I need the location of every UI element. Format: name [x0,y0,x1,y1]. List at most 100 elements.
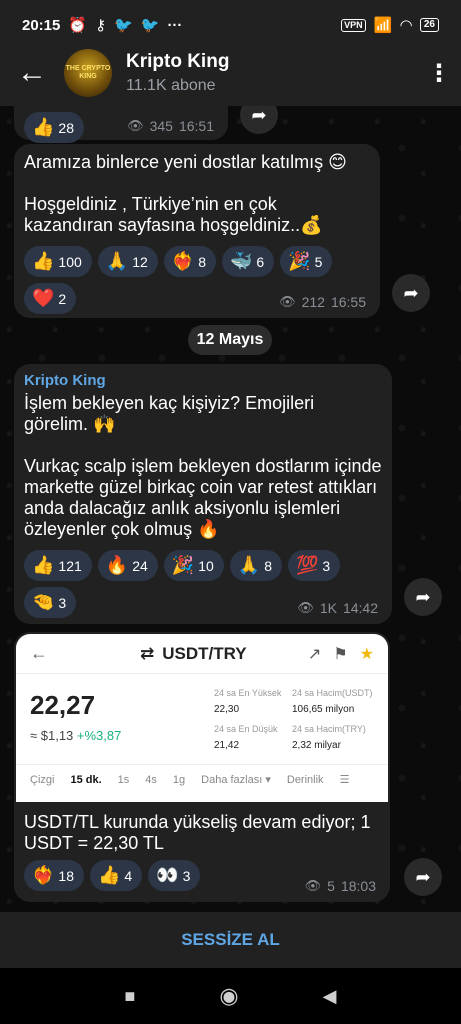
reaction-chip[interactable]: 🙏 12 [97,246,158,277]
tab-15m: 15 dk. [70,773,102,786]
views-count: 1K [319,600,337,616]
views-icon: 👁 [304,878,322,893]
more-vert-icon[interactable]: ⋮ [417,59,461,88]
tab-line: Çizgi [30,773,55,786]
message-text: USDT/TL kurunda yükseliş devam ediyor; 1… [24,812,371,853]
reaction-chip[interactable]: 🔥 24 [97,550,158,581]
tab-1d: 1g [172,773,186,786]
status-time: 20:15 [22,16,61,34]
signal-icon: 📶 [373,17,393,34]
forward-icon[interactable]: ➦ [240,106,278,134]
reaction-count: 3 [322,557,331,574]
reaction-chip[interactable]: 🎉 5 [280,246,333,277]
back-arrow-icon[interactable]: ← [0,40,64,106]
views-icon: 👁 [297,600,314,615]
hundred-points-emoji: 💯 [296,555,319,575]
message-text: İşlem bekleyen kaç kişiyiz? Emojileri gö… [24,393,315,434]
reaction-count: 18 [58,867,74,884]
reaction-count: 121 [58,557,82,574]
reaction-chip[interactable]: 👍 100 [24,246,92,277]
thumbs-up-emoji: 👍 [32,251,55,271]
reaction-chip[interactable]: 🐳 6 [222,246,275,277]
star-icon: ★ [359,645,374,663]
back-triangle-icon[interactable]: ◀ [323,986,337,1007]
reaction-chip[interactable]: ❤️‍🔥 8 [163,246,216,277]
sender-name[interactable]: Kripto King [24,372,382,389]
channel-avatar[interactable]: THE CRYPTO KING [64,49,112,97]
views-icon: 👁 [127,118,144,133]
interval-tabs: Çizgi 15 dk. 1s 4s 1g Daha fazlası ▾ Der… [16,764,388,794]
change-percent: +%3,87 [76,728,122,743]
forward-icon[interactable]: ➦ [392,274,430,312]
back-arrow-icon: ← [30,643,48,663]
more-notifications-icon: ··· [167,16,183,34]
pair-label: USDT/TRY [162,643,247,663]
stat-value: 22,30 [214,704,240,715]
reaction-count: 28 [58,119,74,136]
stat-label: 24 sa En Yüksek [214,688,282,698]
flag-icon: ⚑ [333,645,348,663]
message-time: 18:03 [340,878,376,894]
thumbs-up-emoji: 👍 [32,555,55,575]
tab-more: Daha fazlası ▾ [201,774,271,786]
price-value: 22,27 [30,690,96,720]
reaction-chip[interactable]: 🙏 8 [229,550,282,581]
tab-1h: 1s [117,773,130,786]
stat-label: 24 sa En Düşük [214,724,278,734]
mute-button[interactable]: SESSİZE AL [0,912,461,968]
reaction-chip[interactable]: 👍 28 [24,112,84,143]
reaction-count: 8 [198,253,206,270]
thumbs-up-emoji: 👍 [98,865,121,885]
reaction-chip[interactable]: 🤏 3 [24,587,77,618]
reaction-chip[interactable]: 💯 3 [288,550,341,581]
message-bubble-1[interactable]: Aramıza binlerce yeni dostlar katılmış 😊… [14,144,380,318]
date-chip: 12 Mayıs [188,325,272,355]
recents-icon[interactable]: ■ [125,986,136,1007]
chat-area[interactable]: 👍 28 👁 345 16:51 ➦ Aramıza binlerce yeni … [0,106,461,912]
settings-sliders-icon: ☰ [339,774,350,786]
system-nav-bar: ■ ◉ ◀ [0,968,461,1024]
views-count: 5 [327,878,335,894]
approx-usd: ≈ $1,13 [30,728,74,743]
pray-emoji: 🙏 [105,251,129,271]
attached-image[interactable]: ← ⇄ USDT/TRY ↗ ⚑ ★ 22,27 ≈ $1,13 +%3,87 2… [16,634,388,802]
views-icon: 👁 [279,294,296,309]
twitter-icon-2: 🐦 [140,17,160,34]
forward-icon[interactable]: ➦ [404,578,442,616]
twitter-icon: 🐦 [114,17,133,34]
message-bubble-0[interactable]: 👍 28 👁 345 16:51 [14,106,228,143]
views-count: 212 [301,294,325,310]
reaction-count: 12 [132,253,148,270]
heart-emoji: ❤️ [32,288,55,308]
swap-icon: ⇄ [140,643,155,663]
reaction-count: 24 [132,557,148,574]
channel-title[interactable]: Kripto King [126,51,229,73]
message-text: Vurkaç scalp işlem bekleyen dostlarım iç… [24,456,382,539]
reaction-chip[interactable]: ❤️‍🔥 18 [24,860,84,891]
stat-value: 2,32 milyar [292,740,341,751]
fire-emoji: 🔥 [105,555,129,575]
tab-4h: 4s [145,773,157,786]
message-time: 16:51 [178,118,214,134]
views-count: 345 [149,118,173,134]
message-bubble-3[interactable]: ← ⇄ USDT/TRY ↗ ⚑ ★ 22,27 ≈ $1,13 +%3,87 2… [14,632,390,902]
reaction-count: 8 [264,557,272,574]
alarm-icon: ⏰ [68,17,88,34]
reaction-count: 4 [124,867,133,884]
external-link-icon: ↗ [307,645,322,663]
reaction-chip[interactable]: 👀 3 [148,860,201,891]
home-icon[interactable]: ◉ [219,983,238,1009]
reaction-chip[interactable]: 🎉 10 [163,550,224,581]
reaction-count: 6 [256,253,265,270]
reaction-chip[interactable]: 👍 121 [24,550,92,581]
reaction-count: 100 [58,253,82,270]
forward-icon[interactable]: ➦ [404,858,442,896]
reaction-chip[interactable]: ❤️ 2 [24,283,77,314]
party-popper-emoji: 🎉 [171,555,195,575]
avatar-logo-text: THE CRYPTO KING [65,65,111,80]
pinching-hand-emoji: 🤏 [32,592,55,612]
stat-label: 24 sa Hacim(USDT) [292,688,373,698]
reaction-chip[interactable]: 👍 4 [90,860,143,891]
stat-value: 106,65 milyon [292,704,355,715]
message-bubble-2[interactable]: Kripto King İşlem bekleyen kaç kişiyiz? … [14,364,392,624]
